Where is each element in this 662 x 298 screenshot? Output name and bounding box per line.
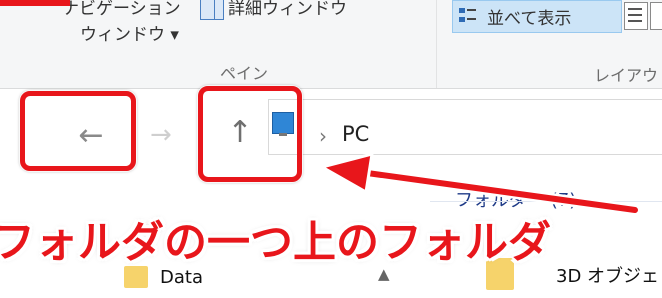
list-item-label: Data bbox=[160, 267, 203, 288]
annotation-box-up bbox=[198, 86, 302, 182]
annotation-box-back bbox=[20, 91, 136, 171]
details-pane-icon bbox=[200, 0, 224, 20]
forward-arrow-icon: → bbox=[150, 120, 172, 150]
navigation-pane-dropdown-label: ウィンドウ ▾ bbox=[80, 25, 179, 45]
annotation-fragment bbox=[0, 0, 70, 6]
address-bar[interactable] bbox=[268, 99, 662, 155]
tiles-icon bbox=[459, 7, 477, 25]
pane-group-label: ペイン bbox=[220, 64, 269, 83]
breadcrumb-separator-icon[interactable]: › bbox=[319, 124, 327, 148]
ribbon: ナビゲーション ウィンドウ ▾ 詳細ウィンドウ ペイン 並べて表示 レイアウ bbox=[0, 0, 662, 89]
details-pane-button[interactable]: 詳細ウィンドウ bbox=[228, 0, 347, 19]
details-pane-label: 詳細ウィンドウ bbox=[228, 0, 347, 19]
breadcrumb-pc[interactable]: PC bbox=[342, 122, 369, 146]
tiles-label: 並べて表示 bbox=[487, 9, 572, 29]
layout-group-label: レイアウ bbox=[594, 66, 659, 85]
navigation-pane-label: ナビゲーション bbox=[62, 0, 181, 19]
navigation-pane-button[interactable]: ナビゲーション bbox=[62, 0, 181, 19]
tiles-button[interactable]: 並べて表示 bbox=[452, 0, 622, 33]
details-view-icon[interactable] bbox=[624, 2, 648, 30]
list-item-label: 3D オブジェ bbox=[556, 266, 660, 287]
navigation-pane-dropdown[interactable]: ウィンドウ ▾ bbox=[80, 20, 179, 45]
ribbon-divider bbox=[436, 0, 437, 88]
annotation-callout: フォルダの一つ上のフォルダ bbox=[0, 218, 551, 268]
forward-button[interactable]: → bbox=[150, 120, 172, 150]
view-option-icon[interactable] bbox=[650, 2, 662, 30]
